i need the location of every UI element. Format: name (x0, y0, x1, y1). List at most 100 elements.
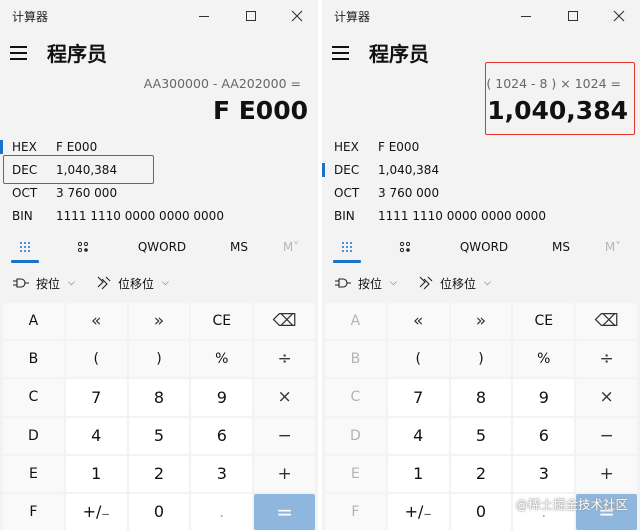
radix-row-dec[interactable]: DEC 1,040,384 (322, 160, 640, 183)
key-d[interactable]: D (3, 417, 64, 454)
tab-bit-toggle[interactable] (70, 232, 96, 262)
radix-value: 1,040,384 (378, 163, 440, 177)
radix-row-hex[interactable]: HEX F E000 (322, 137, 640, 160)
key-subtract[interactable]: − (576, 417, 637, 454)
key-rotate-left[interactable]: « (387, 303, 449, 340)
radix-row-oct[interactable]: OCT 3 760 000 (0, 183, 318, 206)
key-equals[interactable]: = (254, 493, 315, 530)
key-9[interactable]: 9 (513, 379, 575, 416)
radix-row-oct[interactable]: OCT 3 760 000 (322, 183, 640, 206)
key-3[interactable]: 3 (513, 455, 575, 492)
tab-memory-store[interactable]: MS (544, 232, 578, 262)
key-add[interactable]: + (254, 455, 315, 492)
minimize-icon (199, 15, 209, 17)
tab-full-keypad[interactable] (333, 232, 361, 262)
key-5[interactable]: 5 (128, 417, 190, 454)
key-percent[interactable]: % (513, 341, 575, 378)
radix-row-hex[interactable]: HEX F E000 (0, 137, 318, 160)
key-7[interactable]: 7 (387, 379, 449, 416)
maximize-icon (568, 11, 578, 21)
key-add[interactable]: + (576, 455, 637, 492)
key-divide[interactable]: ÷ (254, 341, 315, 378)
key-backspace-icon[interactable]: ⌫ (576, 303, 637, 340)
hamburger-menu-icon[interactable] (10, 42, 30, 62)
close-button[interactable] (596, 4, 640, 28)
key-0[interactable]: 0 (128, 493, 190, 530)
key-d: D (325, 417, 386, 454)
key-rotate-right[interactable]: » (450, 303, 512, 340)
maximize-button[interactable] (228, 4, 274, 28)
key-e[interactable]: E (3, 455, 64, 492)
key-multiply[interactable]: × (576, 379, 637, 416)
radix-label: BIN (334, 209, 355, 223)
key-2[interactable]: 2 (128, 455, 190, 492)
key-4[interactable]: 4 (65, 417, 127, 454)
calculator-window-right: 计算器 程序员 ( 1024 - 8 ) × 1024 = 1,040,384 … (322, 0, 640, 530)
key-f[interactable]: F (3, 493, 64, 530)
key-clear-entry[interactable]: CE (191, 303, 253, 340)
key-1[interactable]: 1 (387, 455, 449, 492)
key-rotate-right[interactable]: » (128, 303, 190, 340)
radix-value: 3 760 000 (56, 186, 118, 200)
app-title: 计算器 (334, 10, 371, 24)
radix-row-dec[interactable]: DEC 1,040,384 (0, 160, 318, 183)
radix-label: HEX (334, 140, 359, 154)
tab-word-size[interactable]: QWORD (453, 232, 515, 262)
bitwise-label: 按位 (36, 276, 61, 291)
bit-tools: 按位 ⌵ 位移位 ⌵ (322, 270, 640, 298)
key-5[interactable]: 5 (450, 417, 512, 454)
bitwise-dropdown[interactable]: 按位 ⌵ (12, 270, 75, 296)
bitshift-label: 位移位 (118, 276, 155, 291)
radix-value: F E000 (56, 140, 98, 154)
key-negate[interactable]: +/₋ (387, 493, 449, 530)
bitwise-label: 按位 (358, 276, 383, 291)
maximize-button[interactable] (550, 4, 596, 28)
key-a[interactable]: A (3, 303, 64, 340)
key-4[interactable]: 4 (387, 417, 449, 454)
key-subtract[interactable]: − (254, 417, 315, 454)
key-6[interactable]: 6 (191, 417, 253, 454)
minimize-button[interactable] (503, 4, 549, 28)
key-1[interactable]: 1 (65, 455, 127, 492)
key-rotate-left[interactable]: « (65, 303, 127, 340)
key-7[interactable]: 7 (65, 379, 127, 416)
key-open-paren[interactable]: ( (65, 341, 127, 378)
selected-radix-indicator (322, 163, 325, 177)
radix-row-bin[interactable]: BIN 1111 1110 0000 0000 0000 (322, 206, 640, 229)
tab-bit-toggle[interactable] (392, 232, 418, 262)
bit-toggle-icon (399, 241, 411, 253)
key-close-paren[interactable]: ) (450, 341, 512, 378)
key-2[interactable]: 2 (450, 455, 512, 492)
key-6[interactable]: 6 (513, 417, 575, 454)
keypad-tabs: QWORD MS M˅ (322, 232, 640, 264)
key-open-paren[interactable]: ( (387, 341, 449, 378)
key-c[interactable]: C (3, 379, 64, 416)
key-multiply[interactable]: × (254, 379, 315, 416)
key-b[interactable]: B (3, 341, 64, 378)
bitshift-dropdown[interactable]: 位移位 ⌵ (96, 270, 169, 296)
minimize-icon (521, 15, 531, 17)
radix-value: 3 760 000 (378, 186, 440, 200)
tab-word-size[interactable]: QWORD (131, 232, 193, 262)
tab-full-keypad[interactable] (11, 232, 39, 262)
key-8[interactable]: 8 (128, 379, 190, 416)
key-clear-entry[interactable]: CE (513, 303, 575, 340)
tab-memory-store[interactable]: MS (222, 232, 256, 262)
radix-row-bin[interactable]: BIN 1111 1110 0000 0000 0000 (0, 206, 318, 229)
key-8[interactable]: 8 (450, 379, 512, 416)
minimize-button[interactable] (181, 4, 227, 28)
key-9[interactable]: 9 (191, 379, 253, 416)
key-close-paren[interactable]: ) (128, 341, 190, 378)
radix-value: 1111 1110 0000 0000 0000 (56, 209, 224, 223)
bitshift-dropdown[interactable]: 位移位 ⌵ (418, 270, 491, 296)
key-backspace-icon[interactable]: ⌫ (254, 303, 315, 340)
bit-tools: 按位 ⌵ 位移位 ⌵ (0, 270, 318, 298)
bitwise-dropdown[interactable]: 按位 ⌵ (334, 270, 397, 296)
key-3[interactable]: 3 (191, 455, 253, 492)
hamburger-menu-icon[interactable] (332, 42, 352, 62)
key-percent[interactable]: % (191, 341, 253, 378)
close-button[interactable] (274, 4, 318, 28)
key-negate[interactable]: +/₋ (65, 493, 127, 530)
key-0[interactable]: 0 (450, 493, 512, 530)
key-divide[interactable]: ÷ (576, 341, 637, 378)
